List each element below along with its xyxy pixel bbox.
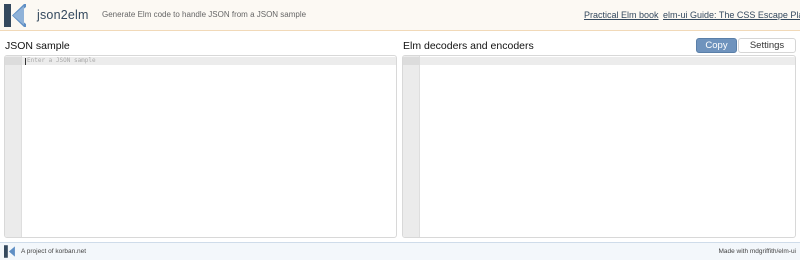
elm-ui-credit-text: Made with mdgriffith/elm-ui <box>718 248 796 255</box>
app-tagline: Generate Elm code to handle JSON from a … <box>102 10 307 19</box>
practical-elm-book-link[interactable]: Practical Elm book <box>584 10 659 20</box>
line-number-gutter <box>5 56 22 237</box>
text-cursor <box>25 58 26 65</box>
elm-output-editor[interactable] <box>402 55 796 238</box>
json-sample-editor[interactable]: Enter a JSON sample <box>4 55 397 238</box>
page-footer: A project of korban.net Made with mdgrif… <box>0 242 800 260</box>
json-sample-title: JSON sample <box>5 40 70 52</box>
app-title: json2elm <box>37 8 89 22</box>
copy-button[interactable]: Copy <box>696 38 737 53</box>
korban-logo-icon <box>4 245 15 258</box>
line-number-gutter <box>403 56 420 237</box>
elm-k-logo-icon <box>4 4 26 27</box>
elm-output-title: Elm decoders and encoders <box>403 40 534 52</box>
top-header: json2elm Generate Elm code to handle JSO… <box>0 0 800 31</box>
json-input-placeholder: Enter a JSON sample <box>27 57 96 64</box>
app-root: json2elm Generate Elm code to handle JSO… <box>0 0 800 260</box>
settings-button[interactable]: Settings <box>738 38 796 53</box>
elm-ui-guide-link[interactable]: elm-ui Guide: The CSS Escape Plan <box>663 10 800 20</box>
korban-credit-text: A project of korban.net <box>21 248 87 255</box>
active-line-highlight <box>403 57 795 65</box>
